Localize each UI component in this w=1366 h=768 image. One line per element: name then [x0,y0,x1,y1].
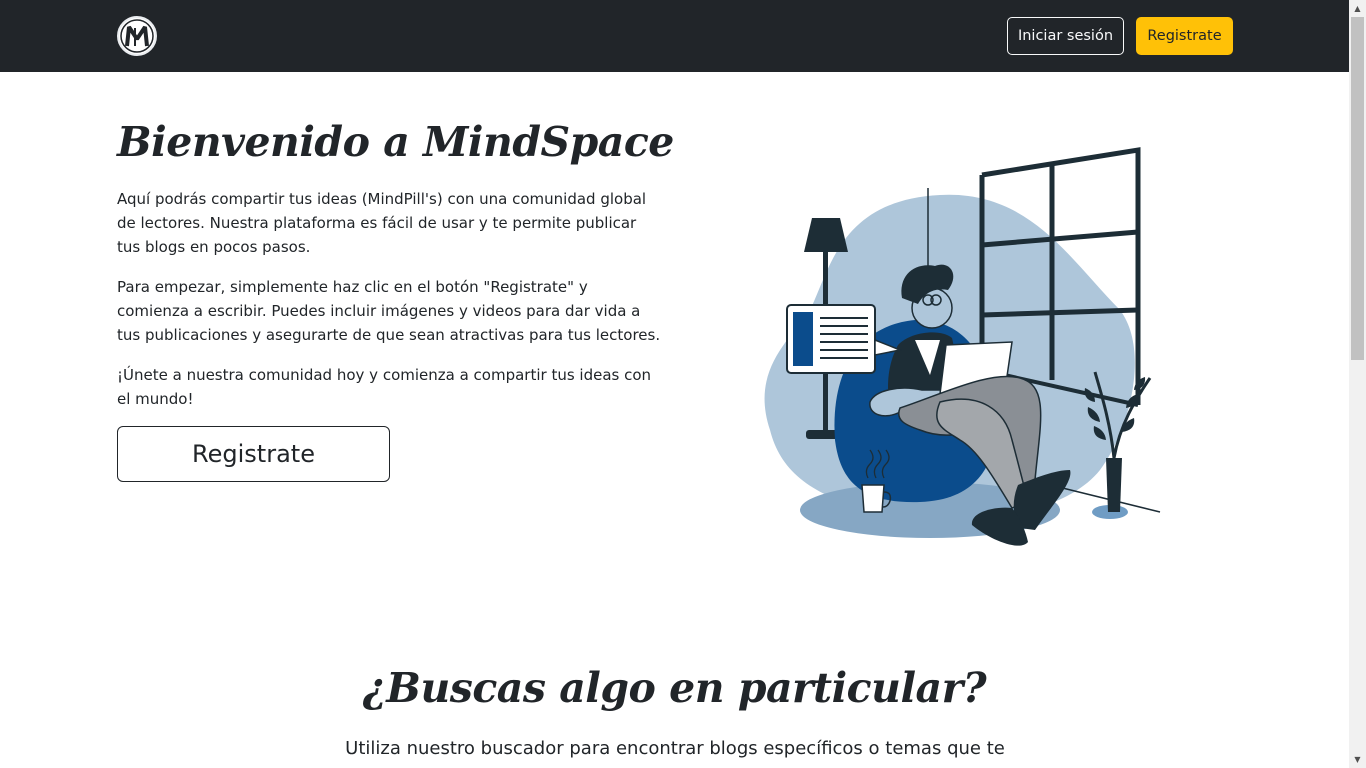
register-hero-button[interactable]: Registrate [117,426,390,482]
hero-paragraph-1: Aquí podrás compartir tus ideas (MindPil… [117,190,647,256]
hero-paragraph-3: ¡Únete a nuestra comunidad hoy y comienz… [117,366,652,408]
person-reading-illustration [750,140,1170,560]
search-section-description: Utiliza nuestro buscador para encontrar … [345,738,1005,759]
scroll-up-arrow-icon[interactable]: ▲ [1349,0,1366,17]
login-button[interactable]: Iniciar sesión [1007,17,1124,55]
hero-title: Bienvenido a MindSpace [117,118,674,166]
top-navbar: Iniciar sesión Registrate [0,0,1349,72]
hero-paragraph-2: Para empezar, simplemente haz clic en el… [117,278,661,344]
scroll-down-arrow-icon[interactable]: ▼ [1349,751,1366,768]
mindspace-logo-icon[interactable] [117,16,157,56]
register-nav-button[interactable]: Registrate [1136,17,1233,55]
scrollbar-thumb[interactable] [1351,17,1364,360]
search-section-title: ¿Buscas algo en particular? [362,664,987,712]
